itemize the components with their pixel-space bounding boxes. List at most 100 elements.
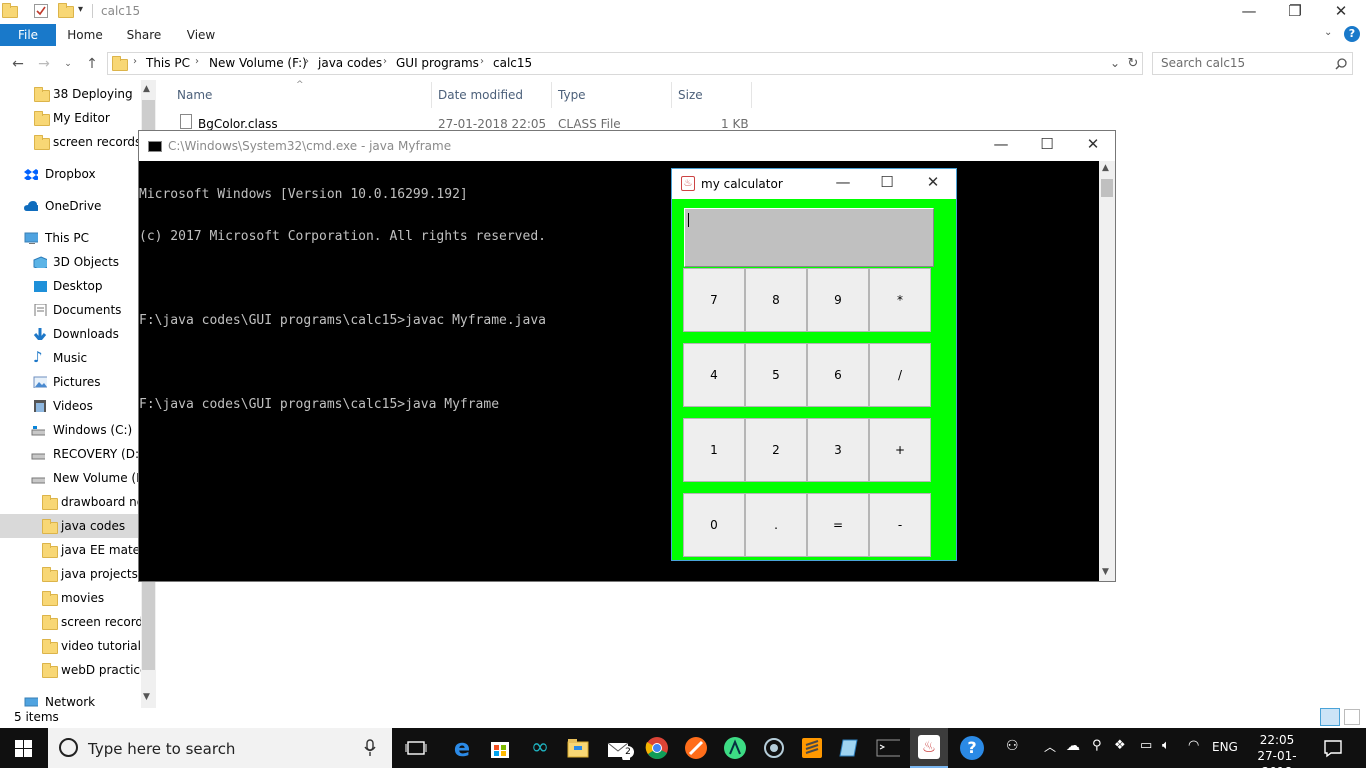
nav-item-documents[interactable]: Documents [0,298,141,322]
nav-item-3d-objects[interactable]: 3D Objects [0,250,141,274]
button-4[interactable]: 4 [683,343,745,407]
volume-icon[interactable]: 🔈︎ [1162,738,1170,753]
nav-item-onedrive[interactable]: OneDrive [0,194,141,218]
properties-icon[interactable] [34,4,48,18]
button-2[interactable]: 2 [745,418,807,482]
scroll-up-icon[interactable]: ▲ [143,84,150,94]
calc-maximize-button[interactable]: ☐ [864,171,910,195]
nav-item-video-tutorials[interactable]: video tutorials [0,634,141,658]
column-header-type[interactable]: Type [558,88,586,102]
nav-item-pictures[interactable]: Pictures [0,370,141,394]
button-6[interactable]: 6 [807,343,869,407]
button-9[interactable]: 9 [807,268,869,332]
nav-item-38-deploying[interactable]: 38 Deploying [0,82,141,106]
nav-item-screen-records-2[interactable]: screen records [0,610,141,634]
column-header-date-modified[interactable]: Date modified [438,88,523,102]
android-studio-icon[interactable] [723,736,747,760]
close-button[interactable]: ✕ [1318,0,1364,24]
settings-app-icon[interactable] [762,736,786,760]
nav-item-screen-records[interactable]: screen records [0,130,141,154]
java-taskbar-item[interactable]: ♨ [910,728,948,768]
people-icon[interactable]: ⚇ [1006,738,1019,754]
edge-icon[interactable]: e [450,736,474,760]
nav-item-dropbox[interactable]: Dropbox [0,162,141,186]
cmd-maximize-button[interactable]: ☐ [1024,133,1070,157]
button-3[interactable]: 3 [807,418,869,482]
chevron-right-icon[interactable]: › [480,56,484,67]
breadcrumb-calc15[interactable]: calc15 [493,56,532,70]
chrome-icon[interactable] [645,736,669,760]
back-arrow-icon[interactable]: ← [8,54,28,74]
tab-share[interactable]: Share [124,24,164,46]
button-equals[interactable]: = [807,493,869,557]
help-app-icon[interactable]: ? [960,736,984,760]
cmd-taskbar-icon[interactable] [876,736,900,760]
onedrive-tray-icon[interactable]: ☁ [1066,738,1080,754]
nav-item-network[interactable]: Network [0,690,141,708]
button-subtract[interactable]: - [869,493,931,557]
button-divide[interactable]: / [869,343,931,407]
arduino-icon[interactable]: ∞ [528,736,552,760]
breadcrumb-gui-programs[interactable]: GUI programs [396,56,479,70]
notepad-icon[interactable] [838,736,862,760]
calculator-window[interactable]: ♨ my calculator — ☐ ✕ 7 8 9 * 4 5 6 / 1 … [671,168,957,561]
scroll-down-icon[interactable]: ▼ [143,692,150,702]
windows-start-icon[interactable] [15,740,32,757]
show-hidden-icons-chevron[interactable]: ︿ [1044,738,1056,755]
restore-button[interactable]: ❐ [1272,0,1318,24]
refresh-icon[interactable]: ↻ [1123,54,1143,74]
calculator-display[interactable] [684,208,934,267]
button-0[interactable]: 0 [683,493,745,557]
tab-file[interactable]: File [0,24,56,46]
nav-item-videos[interactable]: Videos [0,394,141,418]
column-divider[interactable] [431,82,432,108]
button-add[interactable]: + [869,418,931,482]
up-arrow-icon[interactable]: ↑ [82,54,102,74]
large-icons-view-icon[interactable] [1344,709,1360,725]
chevron-right-icon[interactable]: › [195,56,199,67]
nav-item-my-editor[interactable]: My Editor [0,106,141,130]
nav-item-windows-c[interactable]: Windows (C:) [0,418,141,442]
paint-app-icon[interactable] [684,736,708,760]
details-view-icon[interactable] [1320,708,1340,726]
chevron-down-icon[interactable]: ⌄ [1324,27,1332,38]
task-view-icon[interactable] [404,736,428,760]
nav-item-webd-practice[interactable]: webD practice [0,658,141,682]
clock[interactable]: 22:05 27-01-2018 [1246,732,1308,768]
cmd-minimize-button[interactable]: — [978,133,1024,157]
calculator-title-bar[interactable]: ♨ my calculator — ☐ ✕ [672,169,956,199]
nav-item-music[interactable]: ♪ Music [0,346,141,370]
sublime-text-icon[interactable] [800,736,824,760]
button-1[interactable]: 1 [683,418,745,482]
button-multiply[interactable]: * [869,268,931,332]
search-input[interactable]: Search calc15 [1152,52,1353,75]
tab-view[interactable]: View [184,24,218,46]
nav-item-java-ee-material[interactable]: java EE material [0,538,141,562]
button-5[interactable]: 5 [745,343,807,407]
microphone-icon[interactable] [364,739,376,757]
chevron-down-icon[interactable]: ⌄ [1110,56,1120,70]
chevron-right-icon[interactable]: › [383,56,387,67]
column-divider[interactable] [751,82,752,108]
store-icon[interactable] [488,736,512,760]
cmd-scrollbar[interactable] [1099,161,1115,581]
button-7[interactable]: 7 [683,268,745,332]
cmd-window[interactable]: C:\Windows\System32\cmd.exe - java Myfra… [138,130,1116,582]
breadcrumb-this-pc[interactable]: This PC [146,56,190,70]
forward-arrow-icon[interactable]: → [34,54,54,74]
file-explorer-icon[interactable] [566,736,590,760]
nav-item-recovery-d[interactable]: RECOVERY (D:) [0,442,141,466]
tab-home[interactable]: Home [66,24,104,46]
battery-icon[interactable]: ▭ [1140,738,1152,753]
breadcrumb-java-codes[interactable]: java codes [318,56,382,70]
new-folder-icon[interactable] [58,3,74,18]
language-indicator[interactable]: ENG [1212,740,1238,754]
nav-item-java-codes[interactable]: java codes [0,514,141,538]
taskbar-search-box[interactable]: Type here to search [48,728,392,768]
calc-minimize-button[interactable]: — [820,171,866,195]
breadcrumb-new-volume[interactable]: New Volume (F:) [209,56,307,70]
address-bar[interactable]: › This PC › New Volume (F:) › java codes… [107,52,1143,75]
chevron-down-icon[interactable]: ▾ [78,4,83,15]
column-header-name[interactable]: Name [177,88,212,102]
usb-icon[interactable]: ⚲ [1092,738,1102,753]
